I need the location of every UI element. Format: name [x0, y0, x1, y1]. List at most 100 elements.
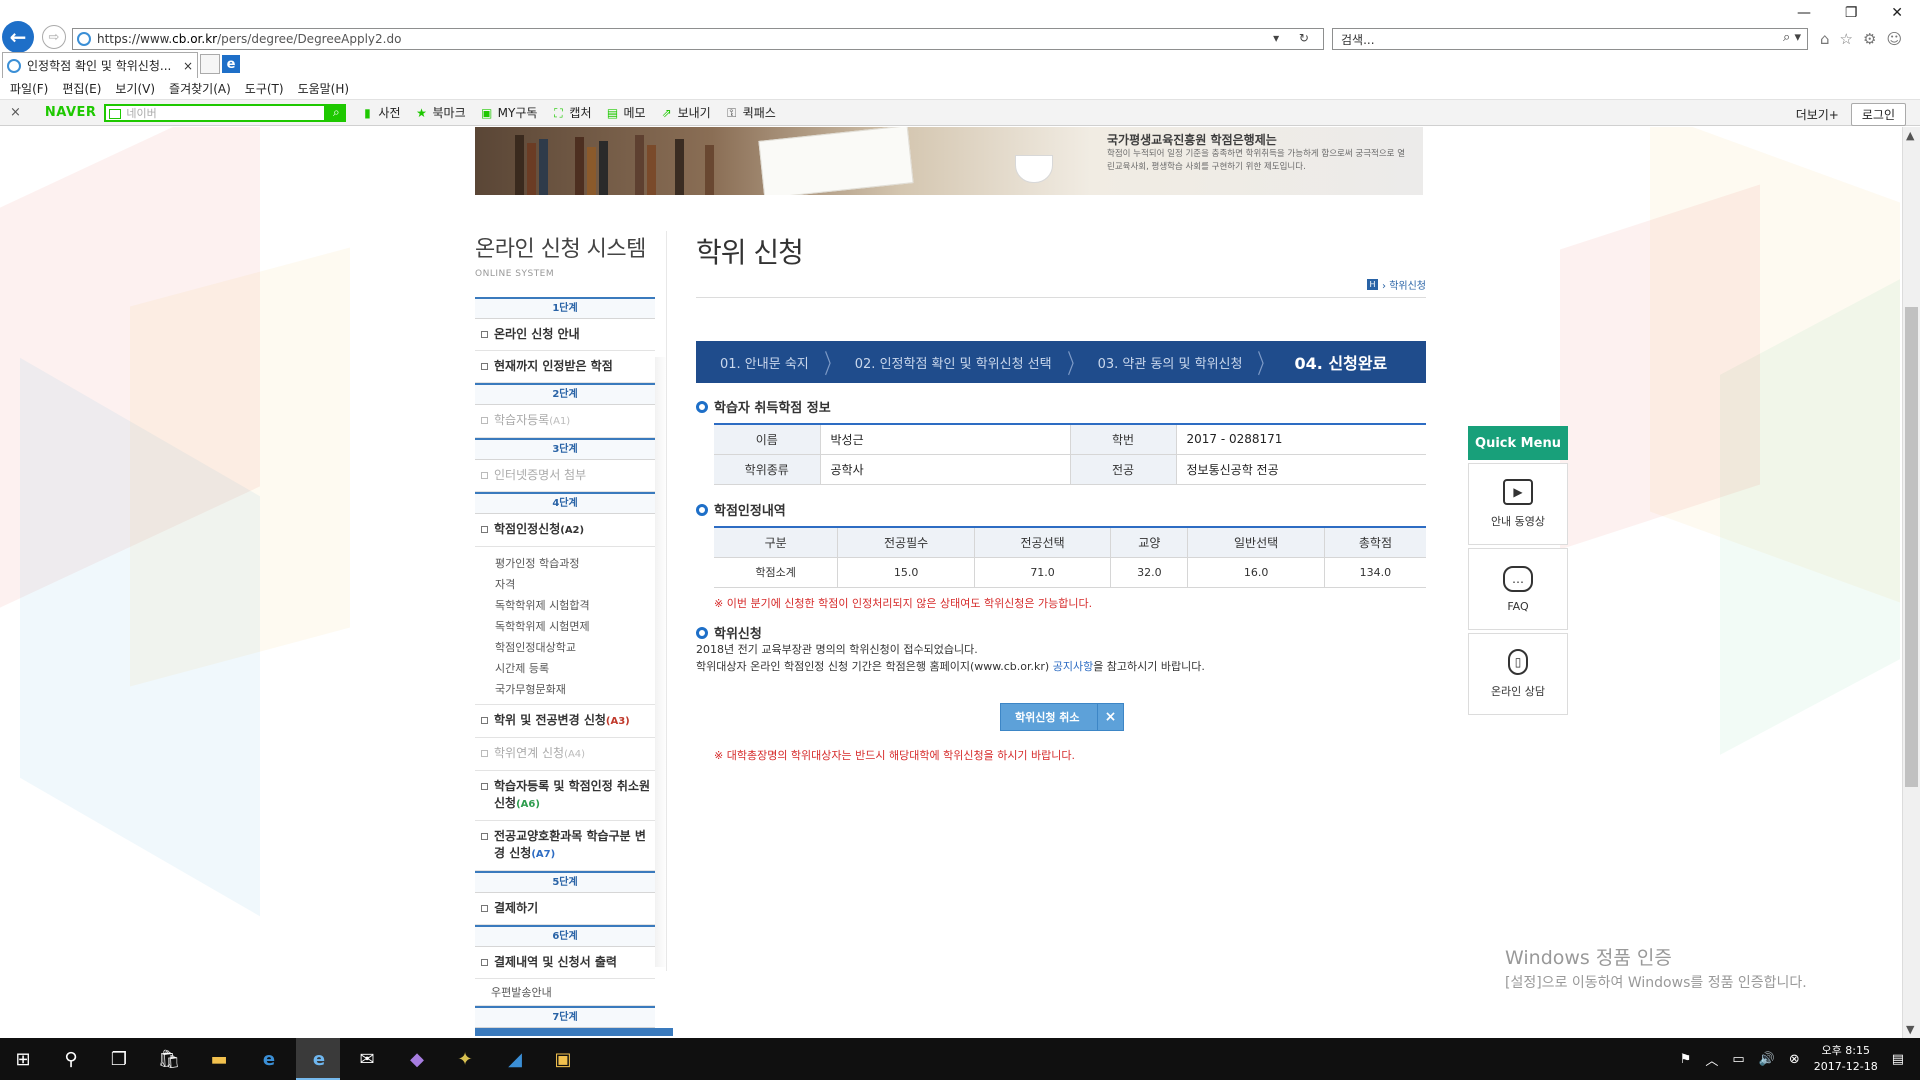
naver-quickpass[interactable]: ⚿ 퀵패스 — [725, 104, 776, 121]
nav-item-cancel-request[interactable]: 학습자등록 및 학점인정 취소원 신청(A6) — [475, 771, 655, 821]
search-icon[interactable]: ⌕ ▾ — [1783, 30, 1801, 45]
nav-item-internet-certificate[interactable]: 인터넷증명서 첨부 — [475, 460, 655, 492]
quick-menu-faq[interactable]: … FAQ — [1468, 548, 1568, 630]
explorer-icon[interactable]: ▬ — [206, 1046, 232, 1072]
new-tab-button[interactable] — [200, 54, 220, 74]
nav-item-payment-history[interactable]: 결제내역 및 신청서 출력 — [475, 947, 655, 979]
sub-item-self-study-exempt[interactable]: 독학학위제 시험면제 — [495, 616, 655, 637]
scroll-down-icon[interactable]: ▼ — [1906, 1023, 1914, 1036]
naver-search-button[interactable]: ⌕ — [326, 103, 347, 122]
col-header: 총학점 — [1323, 527, 1426, 558]
browser-chrome: ← ⇨ https://www. cb.or.kr/pers/degree/Deg… — [0, 0, 1920, 53]
sub-item-part-time[interactable]: 시간제 등록 — [495, 658, 655, 679]
apply-line-2-post: 을 참고하시기 바랍니다. — [1093, 660, 1205, 673]
menu-favorites[interactable]: 즐겨찾기(A) — [169, 80, 231, 97]
menu-help[interactable]: 도움말(H) — [298, 80, 350, 97]
vertical-scrollbar[interactable]: ▲ ▼ — [1902, 127, 1920, 1038]
sub-item-mail-guide[interactable]: 우편발송안내 — [475, 979, 655, 1006]
nav-item-subject-change[interactable]: 전공교양호환과목 학습구분 변경 신청(A7) — [475, 821, 655, 871]
sub-item-intangible-heritage[interactable]: 국가무형문화재 — [495, 679, 655, 700]
browser-tab-active[interactable]: 인정학점 확인 및 학위신청... × — [2, 52, 198, 78]
table-cell: 134.0 — [1323, 557, 1426, 588]
sub-item-qualification[interactable]: 자격 — [495, 574, 655, 595]
refresh-icon[interactable]: ▾ ↻ — [1273, 31, 1317, 45]
nav-item-degree-major-change[interactable]: 학위 및 전공변경 신청(A3) — [475, 705, 655, 738]
naver-close-icon[interactable]: × — [10, 105, 21, 120]
ime-icon[interactable]: ⊗ — [1789, 1052, 1800, 1067]
cancel-degree-button[interactable]: 학위신청 취소 × — [1000, 703, 1124, 731]
naver-login-button[interactable]: 로그인 — [1850, 103, 1906, 126]
network-icon[interactable]: ▭ — [1732, 1052, 1744, 1067]
nav-item-payment[interactable]: 결제하기 — [475, 893, 655, 925]
star-icon: ★ — [416, 105, 427, 120]
home-icon[interactable]: ⌂ — [1820, 30, 1830, 48]
nav-item-label: 온라인 신청 안내 — [494, 327, 580, 341]
progress-steps: 01. 안내문 숙지 〉 02. 인정학점 확인 및 학위신청 선택 〉 03.… — [696, 341, 1426, 383]
home-icon[interactable]: H — [1367, 279, 1379, 290]
nav-item-degree-link[interactable]: 학위연계 신청(A4) — [475, 738, 655, 771]
naver-capture[interactable]: ⛶ 캡처 — [551, 104, 591, 121]
scroll-up-icon[interactable]: ▲ — [1906, 129, 1914, 142]
nav-title: 온라인 신청 시스템 — [475, 237, 646, 262]
address-bar[interactable]: https://www. cb.or.kr/pers/degree/DegreeA… — [72, 28, 1324, 50]
store-icon[interactable]: 🛍 — [156, 1046, 182, 1072]
bullet-icon — [481, 331, 488, 338]
task-view-icon[interactable]: ❐ — [106, 1046, 132, 1072]
chevron-up-icon[interactable]: ︿ — [1705, 1050, 1718, 1069]
restore-icon[interactable]: ❐ — [1845, 5, 1858, 21]
info-section-heading: 학습자 취득학점 정보 — [696, 397, 831, 416]
menu-view[interactable]: 보기(V) — [115, 80, 155, 97]
back-button[interactable]: ← — [2, 21, 34, 53]
notice-link[interactable]: 공지사항 — [1053, 660, 1093, 673]
settings-gear-icon[interactable]: ⚙ — [1863, 30, 1876, 48]
menu-edit[interactable]: 편집(E) — [62, 80, 101, 97]
clock[interactable]: 오후 8:15 2017-12-18 — [1814, 1043, 1878, 1075]
notification-icon[interactable]: ▤ — [1892, 1052, 1904, 1067]
search-icon[interactable]: ⚲ — [58, 1046, 84, 1072]
naver-more-button[interactable]: 더보기+ — [1796, 106, 1839, 123]
menu-file[interactable]: 파일(F) — [10, 80, 48, 97]
menu-tools[interactable]: 도구(T) — [245, 80, 284, 97]
breadcrumb-current[interactable]: › 학위신청 — [1382, 277, 1426, 292]
people-icon[interactable]: ⚑ — [1680, 1052, 1692, 1067]
bullet-icon — [481, 717, 488, 724]
sub-item-credit-school[interactable]: 학점인정대상학교 — [495, 637, 655, 658]
visual-studio-icon[interactable]: ◆ — [404, 1046, 430, 1072]
app-icon[interactable]: ✦ — [452, 1046, 478, 1072]
edge-icon[interactable]: e — [256, 1046, 282, 1072]
volume-icon[interactable]: 🔊 — [1759, 1052, 1775, 1067]
close-window-icon[interactable]: ✕ — [1891, 5, 1903, 21]
quick-menu-video[interactable]: ▶ 안내 동영상 — [1468, 463, 1568, 545]
naver-memo[interactable]: ▤ 메모 — [606, 104, 646, 121]
scrollbar-thumb[interactable] — [1905, 307, 1918, 787]
quick-menu-online-consult[interactable]: ▯ 온라인 상담 — [1468, 633, 1568, 715]
nav-item-learner-register[interactable]: 학습자등록(A1) — [475, 405, 655, 438]
nav-item-label-group: 학점인정신청(A2) — [494, 521, 584, 539]
naver-my-subscription[interactable]: ▣ MY구독 — [480, 104, 537, 121]
sub-item-self-study-pass[interactable]: 독학학위제 시험합격 — [495, 595, 655, 616]
browser-search-input[interactable]: 검색... ⌕ ▾ — [1332, 28, 1808, 50]
naver-dictionary[interactable]: ▮ 사전 — [360, 104, 400, 121]
tab-close-icon[interactable]: × — [183, 59, 193, 73]
forward-button[interactable]: ⇨ — [42, 25, 66, 49]
naver-send[interactable]: ⇗ 보내기 — [660, 104, 711, 121]
naver-logo[interactable]: NAVER — [45, 105, 97, 120]
nav-item-online-guide[interactable]: 온라인 신청 안내 — [475, 319, 655, 351]
smiley-feedback-icon[interactable]: ☺ — [1886, 30, 1902, 48]
naver-search-input[interactable]: 네이버 — [104, 103, 327, 122]
nav-item-code: (A7) — [531, 849, 556, 860]
note-icon[interactable]: ▣ — [550, 1046, 576, 1072]
ie-icon[interactable]: e — [306, 1046, 332, 1072]
start-icon[interactable]: ⊞ — [10, 1046, 36, 1072]
favorites-star-icon[interactable]: ☆ — [1840, 30, 1853, 48]
mail-icon[interactable]: ✉ — [354, 1046, 380, 1072]
col-header: 구분 — [714, 527, 838, 558]
sub-item-evaluated-course[interactable]: 평가인정 학습과정 — [495, 553, 655, 574]
naver-bookmark[interactable]: ★ 북마크 — [415, 104, 466, 121]
nav-item-credit-apply[interactable]: 학점인정신청(A2) — [475, 514, 655, 547]
ie-logo-icon[interactable]: e — [222, 55, 240, 73]
quick-menu: Quick Menu ▶ 안내 동영상 … FAQ ▯ 온라인 상담 — [1468, 426, 1568, 715]
nav-item-current-credits[interactable]: 현재까지 인정받은 학점 — [475, 351, 655, 383]
minimize-icon[interactable]: — — [1797, 5, 1811, 21]
paint-icon[interactable]: ◢ — [502, 1046, 528, 1072]
